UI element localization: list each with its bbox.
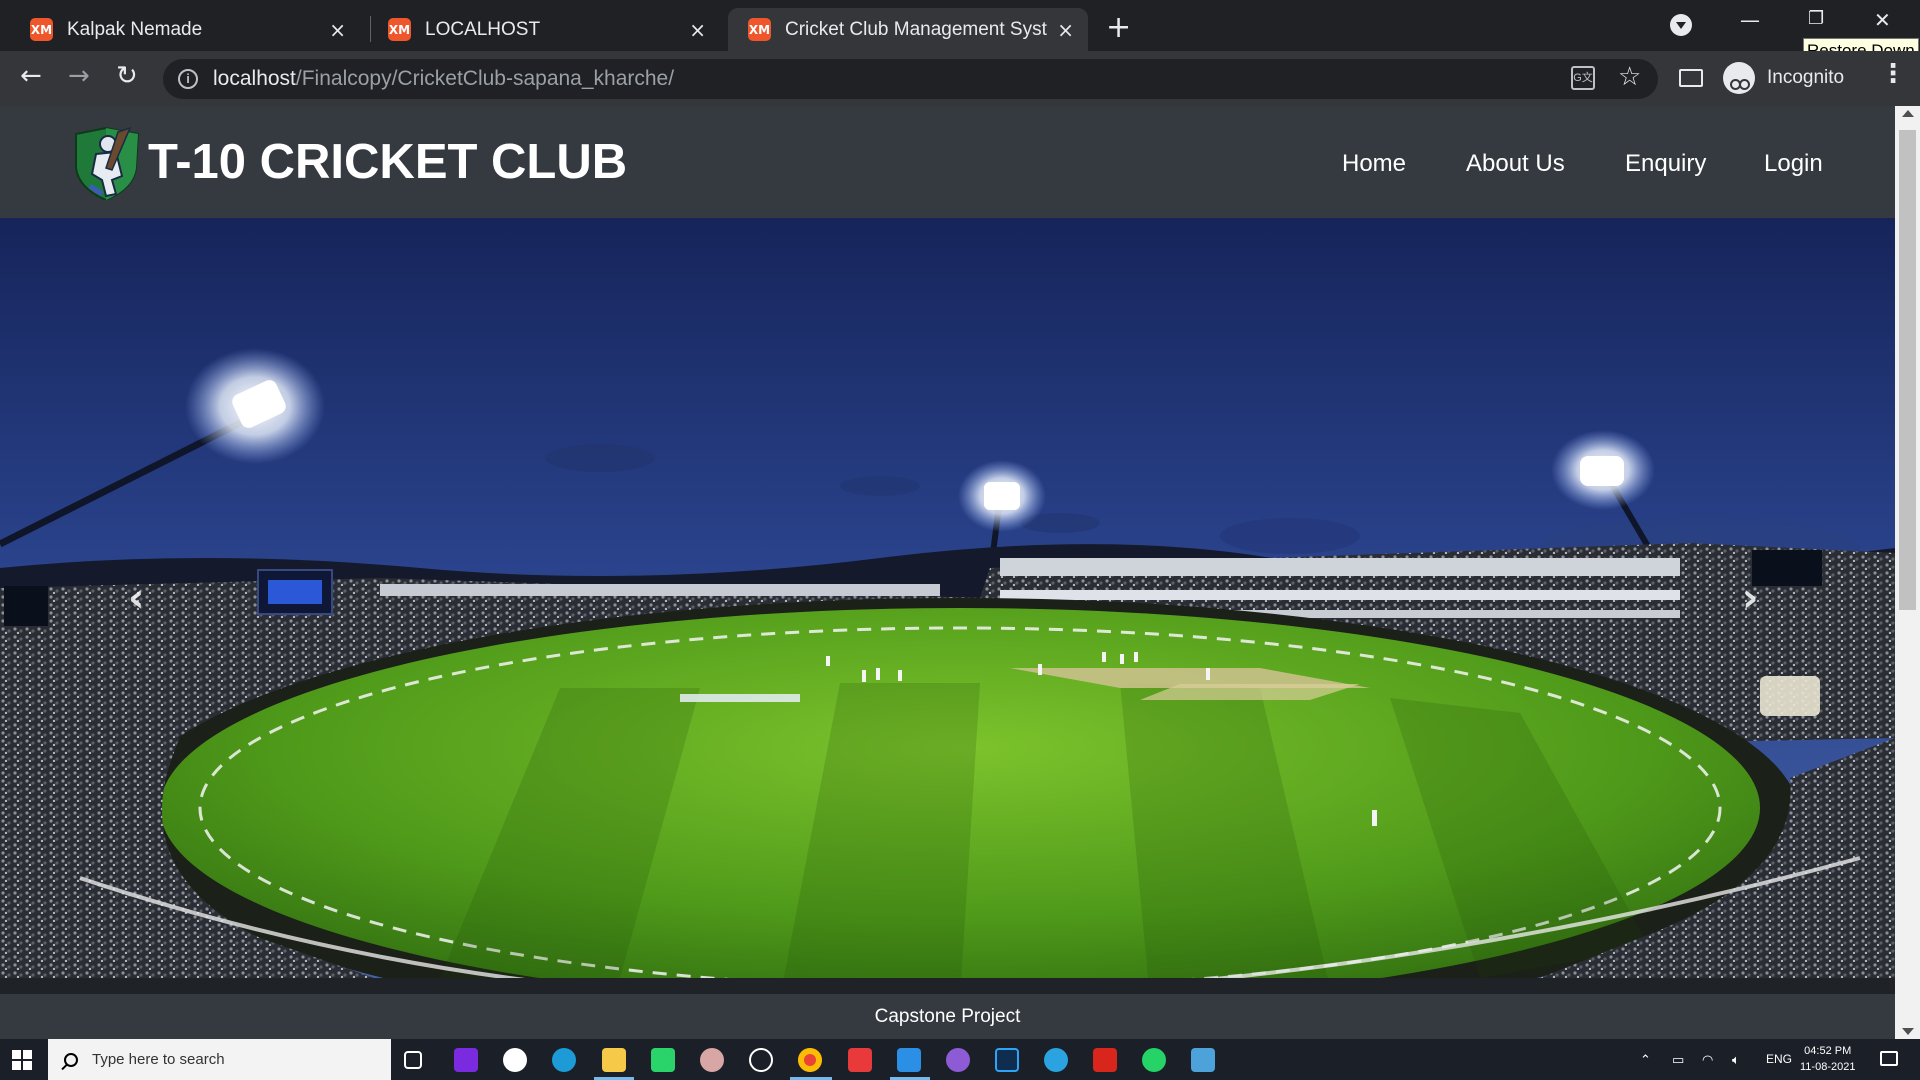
taskbar-clock[interactable]: 04:52 PM 11-08-2021 bbox=[1800, 1043, 1855, 1075]
xampp-favicon-icon: XM bbox=[748, 18, 771, 41]
tab-cricket-club[interactable]: XM Cricket Club Management System × bbox=[728, 8, 1088, 51]
edge-browser-icon[interactable] bbox=[552, 1048, 576, 1072]
whatsapp-icon[interactable] bbox=[1142, 1048, 1166, 1072]
url-host: localhost bbox=[213, 67, 296, 90]
photoshop-icon[interactable] bbox=[995, 1048, 1019, 1072]
restore-down-button[interactable]: ❐ bbox=[1808, 8, 1824, 29]
xampp-favicon-icon: XM bbox=[30, 18, 53, 41]
xampp-favicon-icon: XM bbox=[388, 18, 411, 41]
browser-tab-bar: XM Kalpak Nemade × XM LOCALHOST × XM Cri… bbox=[0, 0, 1920, 64]
tab-search-icon[interactable] bbox=[1670, 14, 1692, 36]
carousel-next-icon[interactable]: › bbox=[1742, 575, 1758, 621]
incognito-profile-button[interactable]: Incognito bbox=[1723, 60, 1844, 96]
cricket-stadium-night-image bbox=[0, 218, 1895, 994]
github-desktop-icon[interactable] bbox=[946, 1048, 970, 1072]
nav-link-home[interactable]: Home bbox=[1342, 150, 1406, 178]
page-viewport: T-10 CRICKET CLUB Home About Us Enquiry … bbox=[0, 106, 1920, 1039]
tab-kalpak-nemade[interactable]: XM Kalpak Nemade × bbox=[0, 8, 360, 51]
acrobat-reader-icon[interactable] bbox=[1093, 1048, 1117, 1072]
windows-taskbar: Type here to search ⌃ ▭ ◠ 🔈︎ ENG 04:52 P… bbox=[0, 1039, 1920, 1080]
pycharm-icon[interactable] bbox=[651, 1048, 675, 1072]
browser-menu-icon[interactable]: ⋮ bbox=[1880, 59, 1906, 89]
nav-link-enquiry[interactable]: Enquiry bbox=[1625, 150, 1706, 178]
wifi-icon[interactable]: ◠ bbox=[1702, 1052, 1713, 1068]
incognito-icon bbox=[1723, 62, 1755, 94]
clock-date: 11-08-2021 bbox=[1800, 1061, 1856, 1073]
reload-icon[interactable]: ↻ bbox=[116, 61, 138, 91]
minimize-button[interactable]: — bbox=[1740, 8, 1760, 32]
site-footer: Capstone Project bbox=[0, 994, 1895, 1039]
clock-time: 04:52 PM bbox=[1804, 1045, 1852, 1057]
anydesk-icon[interactable] bbox=[848, 1048, 872, 1072]
chrome-browser-icon[interactable] bbox=[798, 1048, 822, 1072]
volume-icon[interactable]: 🔈︎ bbox=[1732, 1052, 1740, 1068]
cricket-club-logo[interactable] bbox=[72, 124, 146, 200]
tab-localhost[interactable]: XM LOCALHOST × bbox=[358, 8, 720, 51]
search-icon bbox=[64, 1052, 78, 1067]
window-close-button[interactable]: ✕ bbox=[1874, 8, 1891, 32]
tab-title: Kalpak Nemade bbox=[67, 18, 203, 40]
url-text[interactable]: localhost/Finalcopy/CricketClub-sapana_k… bbox=[213, 67, 674, 91]
translate-icon[interactable]: G文 bbox=[1571, 66, 1595, 90]
windows-start-icon[interactable] bbox=[12, 1050, 32, 1070]
url-path: /Finalcopy/CricketClub-sapana_kharche/ bbox=[295, 67, 675, 90]
site-info-icon[interactable]: i bbox=[178, 69, 198, 89]
browser-toolbar: ← → ↻ i localhost/Finalcopy/CricketClub-… bbox=[0, 51, 1920, 106]
cast-icon[interactable] bbox=[1679, 69, 1703, 87]
nav-link-about-us[interactable]: About Us bbox=[1466, 150, 1565, 178]
mysql-workbench-icon[interactable] bbox=[700, 1048, 724, 1072]
site-header: T-10 CRICKET CLUB Home About Us Enquiry … bbox=[0, 106, 1895, 218]
taskbar-search-placeholder: Type here to search bbox=[92, 1051, 225, 1068]
close-icon[interactable]: × bbox=[689, 18, 706, 42]
show-hidden-icons-chevron-icon[interactable]: ⌃ bbox=[1640, 1052, 1651, 1068]
forward-arrow-icon[interactable]: → bbox=[68, 61, 90, 91]
bookmark-star-icon[interactable]: ☆ bbox=[1618, 62, 1641, 92]
network-app-icon[interactable] bbox=[749, 1048, 773, 1072]
file-explorer-icon[interactable] bbox=[602, 1048, 626, 1072]
tab-title: LOCALHOST bbox=[425, 18, 541, 40]
carousel-prev-icon[interactable]: ‹ bbox=[128, 575, 144, 621]
app-icon[interactable] bbox=[1191, 1048, 1215, 1072]
battery-icon[interactable]: ▭ bbox=[1672, 1052, 1684, 1068]
page-scrollbar[interactable] bbox=[1895, 106, 1920, 1039]
tab-title: Cricket Club Management System bbox=[785, 18, 1047, 40]
close-icon[interactable]: × bbox=[1057, 18, 1074, 42]
nav-link-login[interactable]: Login bbox=[1764, 150, 1823, 178]
scroll-up-arrow-icon[interactable] bbox=[1902, 110, 1914, 117]
incognito-label: Incognito bbox=[1767, 67, 1845, 88]
telegram-icon[interactable] bbox=[1044, 1048, 1068, 1072]
back-arrow-icon[interactable]: ← bbox=[20, 61, 42, 91]
jetbrains-icon[interactable] bbox=[454, 1048, 478, 1072]
task-view-icon[interactable] bbox=[404, 1051, 422, 1069]
address-bar[interactable]: i localhost/Finalcopy/CricketClub-sapana… bbox=[163, 59, 1658, 99]
vscode-icon[interactable] bbox=[897, 1048, 921, 1072]
close-icon[interactable]: × bbox=[329, 18, 346, 42]
scrollbar-thumb[interactable] bbox=[1899, 130, 1916, 610]
word-app-icon[interactable] bbox=[503, 1048, 527, 1072]
new-tab-button[interactable]: + bbox=[1106, 10, 1131, 45]
taskbar-search-box[interactable]: Type here to search bbox=[48, 1039, 391, 1080]
notification-center-icon[interactable] bbox=[1880, 1051, 1898, 1066]
site-brand-title[interactable]: T-10 CRICKET CLUB bbox=[148, 134, 627, 190]
language-indicator[interactable]: ENG bbox=[1766, 1052, 1792, 1066]
scroll-down-arrow-icon[interactable] bbox=[1902, 1028, 1914, 1035]
hero-carousel: ‹ › bbox=[0, 218, 1895, 994]
